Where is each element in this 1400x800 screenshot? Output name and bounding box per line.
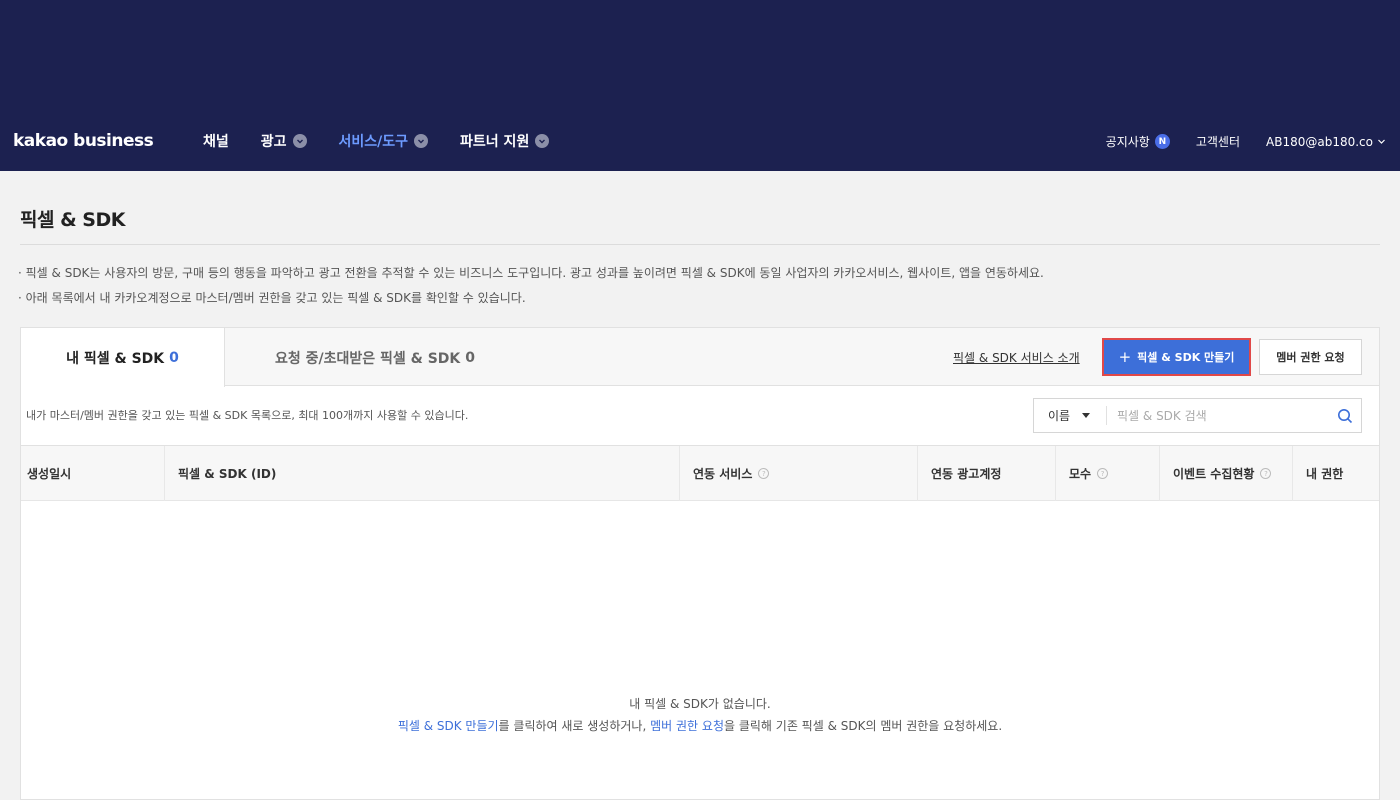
column-label: 내 권한	[1306, 467, 1344, 481]
account-email: AB180@ab180.co	[1266, 134, 1373, 149]
empty-message: 내 픽셀 & SDK가 없습니다.	[629, 697, 771, 711]
search-filter-value: 이름	[1048, 409, 1071, 423]
page-description-1: · 픽셀 & SDK는 사용자의 방문, 구매 등의 행동을 파악하고 광고 전…	[18, 266, 1044, 280]
empty-text-end: 을 클릭해 기존 픽셀 & SDK의 멤버 권한을 요청하세요.	[723, 719, 1003, 733]
nav-item-partner-support[interactable]: 파트너 지원	[460, 131, 550, 151]
nav-label: 파트너 지원	[460, 134, 530, 150]
empty-state: 내 픽셀 & SDK가 없습니다. 픽셀 & SDK 만들기를 클릭하여 새로 …	[21, 693, 1379, 737]
service-intro-link[interactable]: 픽셀 & SDK 서비스 소개	[953, 349, 1080, 366]
column-label: 모수	[1069, 467, 1092, 481]
empty-instructions: 픽셀 & SDK 만들기를 클릭하여 새로 생성하거나, 멤버 권한 요청을 클…	[21, 715, 1379, 737]
nav-item-services-tools[interactable]: 서비스/도구	[339, 131, 429, 151]
notice-link[interactable]: 공지사항 N	[1106, 133, 1170, 150]
new-badge: N	[1154, 134, 1170, 149]
tab-count: 0	[465, 349, 476, 366]
caret-down-icon	[1082, 413, 1091, 418]
create-pixel-sdk-button[interactable]: + 픽셀 & SDK 만들기	[1102, 338, 1251, 376]
nav-item-ads[interactable]: 광고	[261, 131, 307, 151]
column-created-at[interactable]: 생성일시	[21, 446, 164, 501]
tab-my-pixel-sdk[interactable]: 내 픽셀 & SDK 0	[21, 328, 225, 387]
help-icon[interactable]: ?	[1097, 468, 1109, 479]
column-pixel-sdk-id[interactable]: 픽셀 & SDK (ID)	[164, 446, 679, 501]
request-member-permission-link[interactable]: 멤버 권한 요청	[650, 719, 724, 733]
chevron-down-icon	[414, 134, 429, 148]
chevron-down-icon	[292, 134, 307, 148]
column-population[interactable]: 모수 ?	[1055, 446, 1159, 501]
chevron-down-icon	[535, 134, 550, 148]
request-member-permission-button[interactable]: 멤버 권한 요청	[1259, 339, 1362, 375]
search-box: 이름	[1033, 398, 1362, 433]
page-title: 픽셀 & SDK	[20, 209, 125, 231]
create-pixel-sdk-link[interactable]: 픽셀 & SDK 만들기	[398, 719, 499, 733]
utility-menu: 공지사항 N 고객센터 AB180@ab180.co	[1080, 133, 1386, 150]
page-description-2: · 아래 목록에서 내 카카오계정으로 마스터/멤버 권한을 갖고 있는 픽셀 …	[18, 291, 526, 305]
nav-item-channel[interactable]: 채널	[203, 131, 229, 151]
column-event-collection[interactable]: 이벤트 수집현황 ?	[1159, 446, 1292, 501]
tab-bar: 내 픽셀 & SDK 0 요청 중/초대받은 픽셀 & SDK 0 픽셀 & S…	[21, 328, 1379, 387]
empty-text-mid: 를 클릭하여 새로 생성하거나,	[498, 719, 651, 733]
search-filter-select[interactable]: 이름	[1034, 406, 1107, 425]
support-link[interactable]: 고객센터	[1196, 133, 1240, 150]
account-menu[interactable]: AB180@ab180.co	[1266, 135, 1386, 149]
tab-count: 0	[169, 349, 179, 366]
chevron-down-icon	[1378, 139, 1385, 144]
main-nav: 채널 광고 서비스/도구 파트너 지원	[203, 131, 581, 151]
column-label: 연동 서비스	[693, 467, 753, 481]
tab-pending-invited[interactable]: 요청 중/초대받은 픽셀 & SDK 0	[225, 328, 525, 387]
button-label: 픽셀 & SDK 만들기	[1137, 351, 1235, 364]
kakao-business-logo[interactable]: kakao business	[13, 131, 154, 151]
column-label: 이벤트 수집현황	[1173, 467, 1255, 481]
column-label: 연동 광고계정	[931, 467, 1002, 481]
title-divider	[20, 244, 1380, 245]
column-linked-services[interactable]: 연동 서비스 ?	[679, 446, 917, 501]
nav-label: 서비스/도구	[338, 134, 409, 150]
top-header: kakao business 채널 광고 서비스/도구 파트너 지원 공지사항	[0, 0, 1400, 171]
help-icon[interactable]: ?	[1260, 468, 1272, 479]
tab-label: 요청 중/초대받은 픽셀 & SDK	[274, 350, 461, 367]
help-icon[interactable]: ?	[758, 468, 770, 479]
plus-icon: +	[1118, 348, 1132, 366]
nav-label: 채널	[203, 134, 229, 150]
column-linked-ad-accounts[interactable]: 연동 광고계정	[917, 446, 1055, 501]
table-header: 생성일시 픽셀 & SDK (ID) 연동 서비스 ? 연동 광고계정 모수 ?…	[21, 445, 1379, 501]
tab-label: 내 픽셀 & SDK	[66, 350, 165, 367]
nav-label: 광고	[260, 134, 287, 150]
column-label: 픽셀 & SDK (ID)	[178, 467, 277, 481]
column-my-permission[interactable]: 내 권한	[1292, 446, 1379, 501]
list-description: 내가 마스터/멤버 권한을 갖고 있는 픽셀 & SDK 목록으로, 최대 10…	[26, 409, 469, 422]
column-label: 생성일시	[27, 467, 72, 481]
search-input[interactable]	[1107, 408, 1329, 423]
search-icon[interactable]	[1329, 399, 1361, 432]
pixel-sdk-panel: 내 픽셀 & SDK 0 요청 중/초대받은 픽셀 & SDK 0 픽셀 & S…	[20, 327, 1380, 800]
notice-label: 공지사항	[1105, 135, 1150, 149]
support-label: 고객센터	[1195, 135, 1241, 149]
